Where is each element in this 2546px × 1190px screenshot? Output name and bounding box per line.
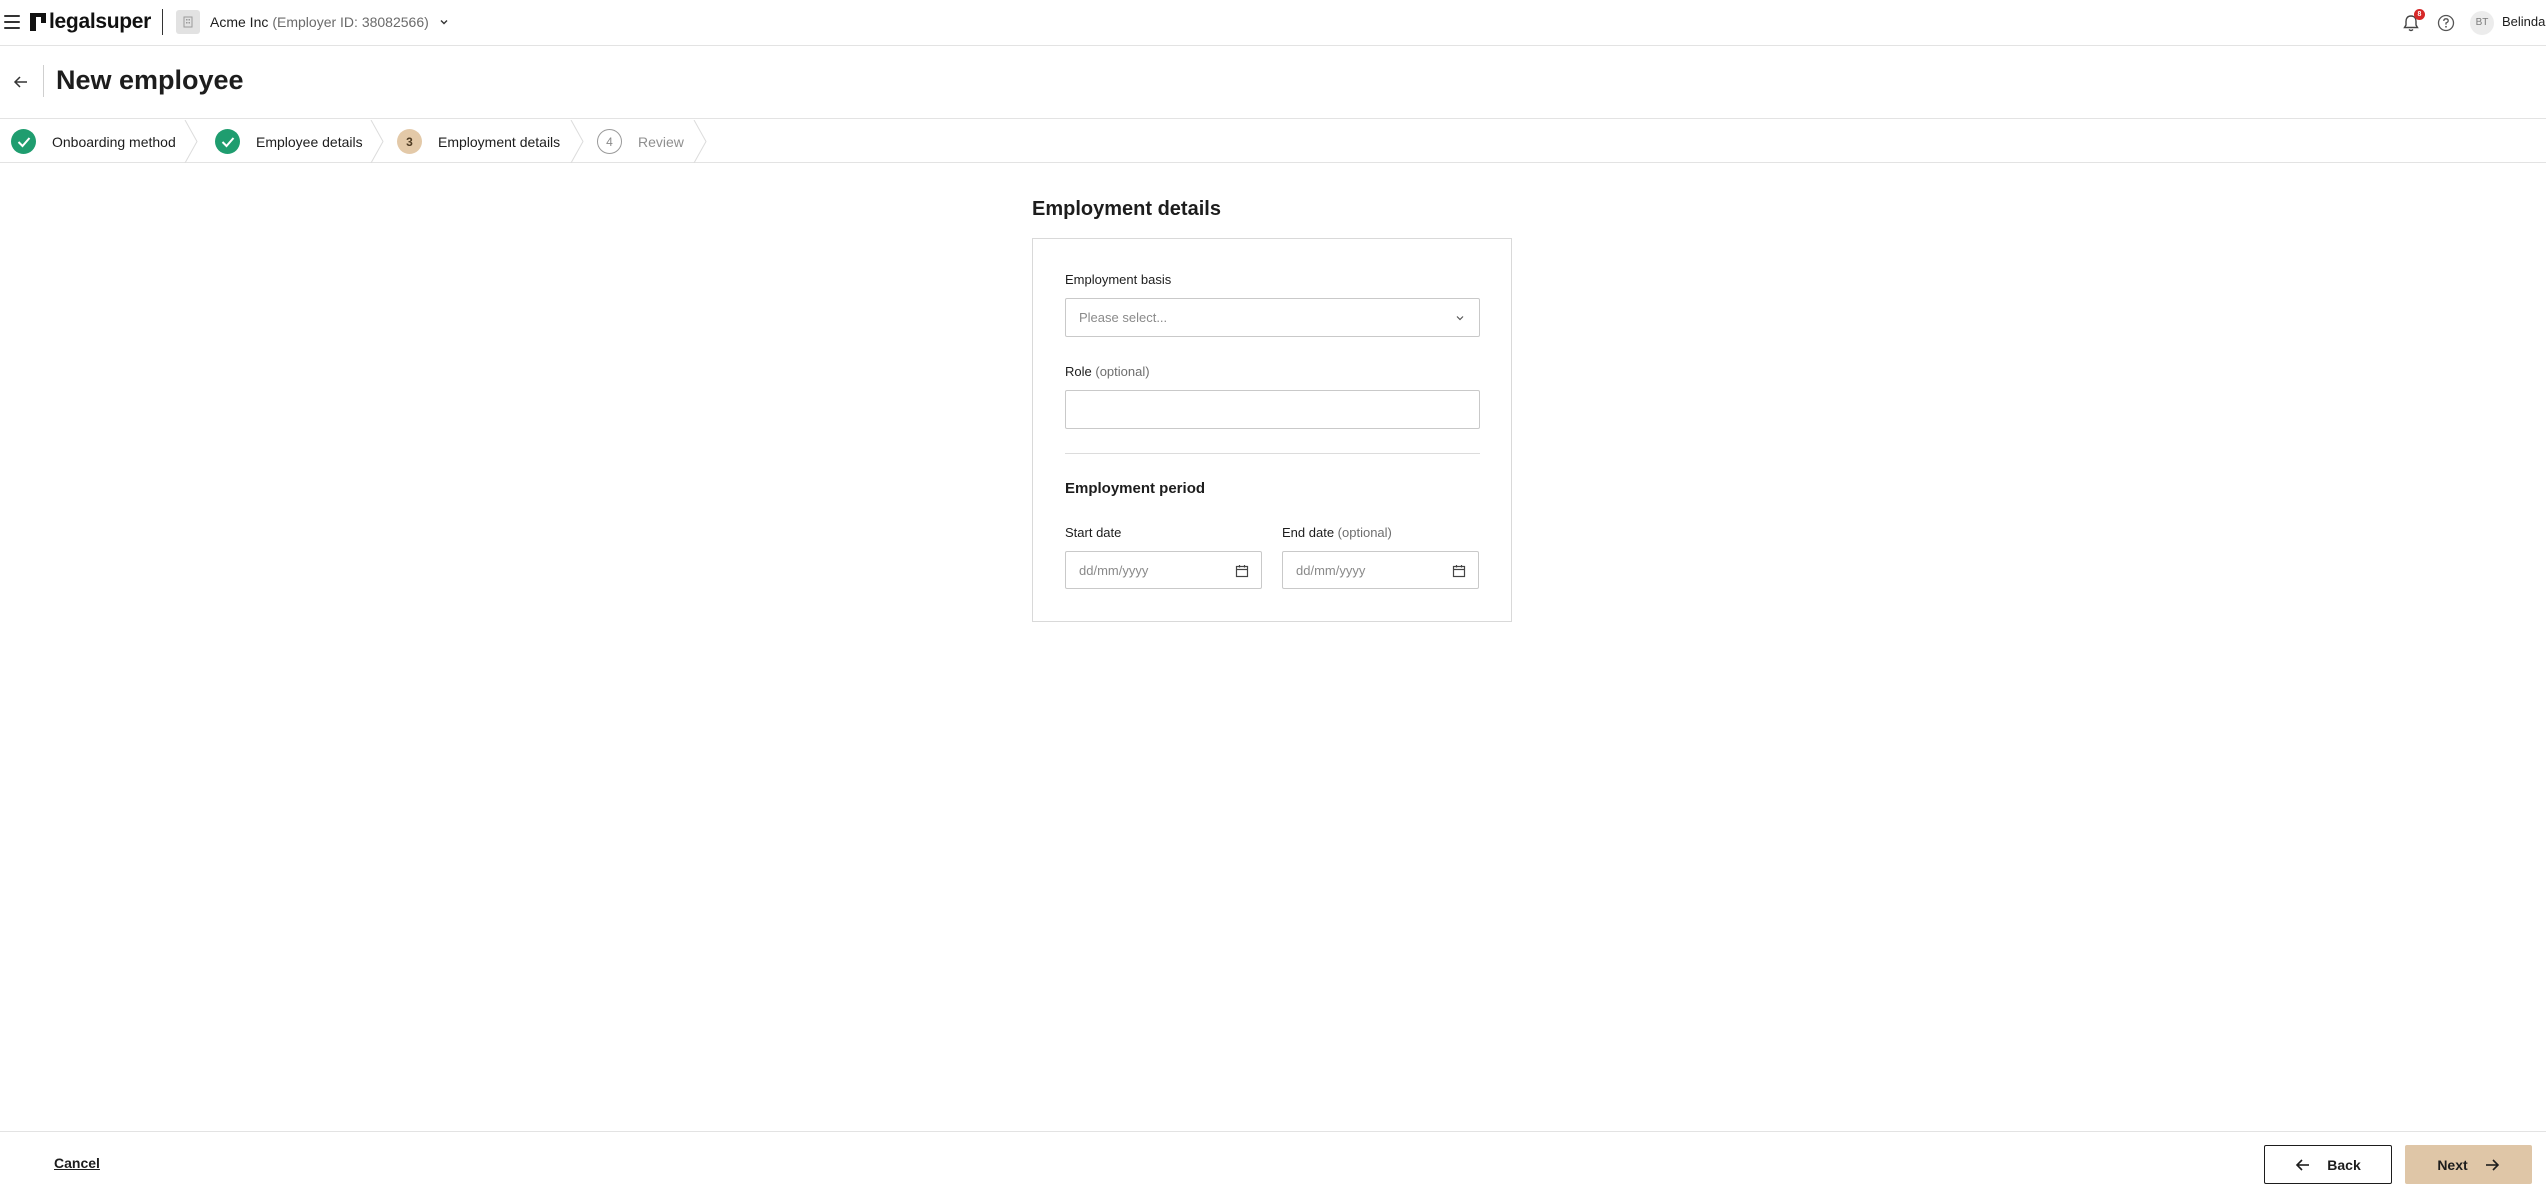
end-date-label: End date (optional) [1282,525,1392,540]
notification-badge: 8 [2414,9,2425,20]
step-separator-icon [184,120,198,163]
page-title: New employee [56,65,244,95]
logo-text: legalsuper [49,10,152,33]
cancel-link[interactable]: Cancel [54,1155,100,1171]
arrow-right-icon [2485,1158,2499,1171]
employer-switcher[interactable]: Acme Inc (Employer ID: 38082566) [176,9,449,35]
question-circle-icon[interactable] [2436,13,2456,33]
employment-period-title: Employment period [1065,480,1206,497]
arrow-left-icon [2296,1158,2310,1171]
step-number: 3 [397,129,422,154]
end-date-placeholder: dd/mm/yyyy [1296,563,1366,578]
chevron-down-icon [1456,316,1464,321]
end-date-input[interactable]: dd/mm/yyyy [1282,551,1479,589]
logo-mark-icon [30,13,46,31]
role-optional-text: (optional) [1095,364,1150,379]
end-date-label-text: End date [1282,525,1335,540]
header-divider [43,65,44,97]
step-number: 4 [597,129,622,154]
step-label: Employee details [256,133,363,150]
employment-details-card: Employment basis Please select... Role (… [1032,238,1512,622]
step-employment-details[interactable]: 3 Employment details [397,120,560,163]
calendar-icon[interactable] [1452,564,1466,578]
chevron-down-icon [440,20,448,25]
top-bar: legalsuper Acme Inc (Employer ID: 380825… [0,0,2546,46]
employer-id: (Employer ID: 38082566) [272,14,429,30]
step-employee-details[interactable]: Employee details [215,120,363,163]
start-date-label: Start date [1065,525,1122,540]
step-separator-icon [370,120,384,163]
arrow-left-icon[interactable] [12,74,30,90]
step-label: Employment details [438,133,561,150]
step-review[interactable]: 4 Review [597,120,684,163]
employment-basis-placeholder: Please select... [1079,310,1168,325]
step-complete-check-icon [215,129,240,154]
avatar[interactable]: BT [2470,11,2494,35]
legalsuper-logo[interactable]: legalsuper [30,10,151,34]
step-label: Review [638,133,684,150]
step-separator-icon [570,120,584,163]
step-separator-icon [693,120,707,163]
role-label-text: Role [1065,364,1092,379]
back-button-label: Back [2327,1156,2361,1173]
topbar-divider [162,9,163,35]
employer-name: Acme Inc [210,14,269,30]
stepper: Onboarding method Employee details 3 Emp… [0,120,2546,163]
next-button[interactable]: Next [2405,1145,2532,1184]
end-date-optional-text: (optional) [1337,525,1392,540]
step-onboarding-method[interactable]: Onboarding method [11,120,176,163]
back-button[interactable]: Back [2264,1145,2392,1184]
step-label: Onboarding method [52,133,176,150]
step-complete-check-icon [11,129,36,154]
calendar-icon[interactable] [1235,564,1249,578]
hamburger-icon[interactable] [4,15,20,29]
employment-basis-select[interactable]: Please select... [1065,298,1480,337]
building-icon [176,10,200,34]
role-label: Role (optional) [1065,364,1150,379]
role-input[interactable] [1065,390,1480,429]
section-title: Employment details [1032,198,1221,220]
page-header: New employee [0,47,2546,119]
footer-bar: Cancel Back Next [0,1131,2546,1190]
employment-basis-label: Employment basis [1065,272,1172,287]
next-button-label: Next [2437,1156,2468,1173]
card-divider [1065,453,1480,454]
user-name[interactable]: Belinda [2502,14,2545,29]
start-date-input[interactable]: dd/mm/yyyy [1065,551,1262,589]
start-date-placeholder: dd/mm/yyyy [1079,563,1149,578]
